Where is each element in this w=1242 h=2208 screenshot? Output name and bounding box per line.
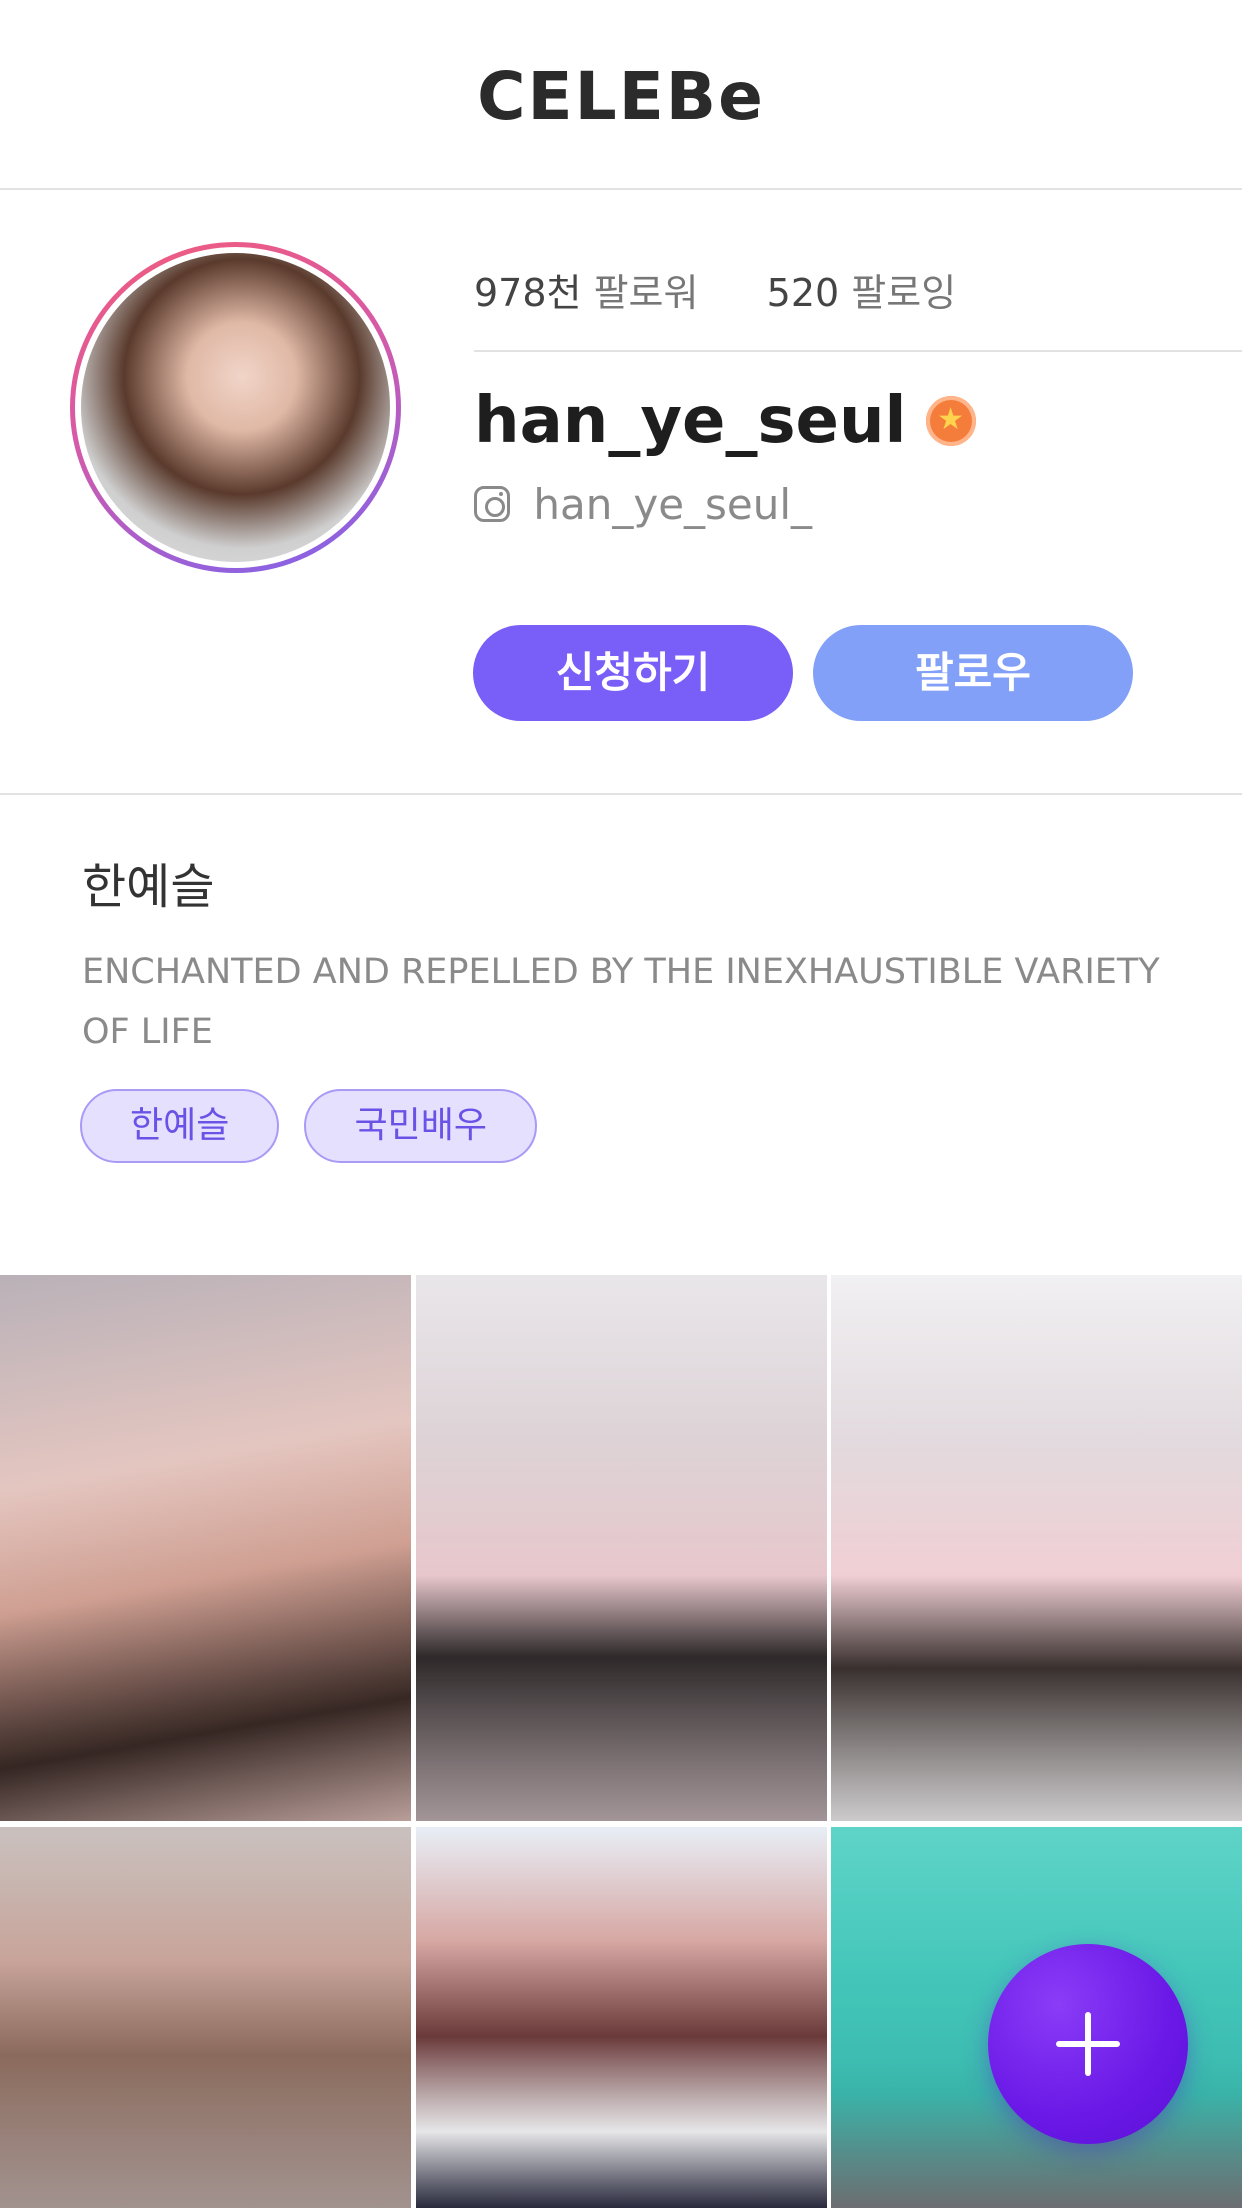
followers-label: 팔로워 bbox=[593, 271, 699, 315]
grid-photo[interactable] bbox=[416, 1275, 827, 1821]
tag-list: 한예슬 국민배우 bbox=[80, 1089, 557, 1163]
tag-chip[interactable]: 한예슬 bbox=[80, 1089, 280, 1163]
grid-photo[interactable] bbox=[0, 1827, 411, 2208]
app-header: CELEBe bbox=[0, 0, 1242, 190]
create-button[interactable] bbox=[988, 1944, 1188, 2144]
following-count: 520 bbox=[766, 271, 840, 315]
grid-photo[interactable] bbox=[0, 1275, 411, 1821]
bio-name: 한예슬 bbox=[82, 859, 215, 915]
bio-section: 한예슬 ENCHANTED AND REPELLED BY THE INEXHA… bbox=[0, 797, 1242, 1275]
username-row: han_ye_seul ★ bbox=[474, 384, 976, 464]
apply-button[interactable]: 신청하기 bbox=[473, 625, 793, 721]
follow-button[interactable]: 팔로우 bbox=[813, 625, 1133, 721]
instagram-link[interactable]: han_ye_seul_ bbox=[474, 480, 812, 536]
bio-text: ENCHANTED AND REPELLED BY THE INEXHAUSTI… bbox=[82, 952, 1160, 1052]
follow-stats: 978천 팔로워 520 팔로잉 bbox=[474, 262, 957, 315]
avatar[interactable] bbox=[70, 242, 401, 573]
tag-chip[interactable]: 국민배우 bbox=[304, 1089, 537, 1163]
instagram-icon bbox=[474, 485, 510, 522]
stats-divider bbox=[474, 350, 1242, 352]
following-stat[interactable]: 520 팔로잉 bbox=[767, 271, 957, 315]
profile-section: 978천 팔로워 520 팔로잉 han_ye_seul ★ han_ye_se… bbox=[0, 192, 1242, 795]
username: han_ye_seul bbox=[474, 384, 907, 458]
following-label: 팔로잉 bbox=[851, 271, 957, 315]
avatar-photo bbox=[81, 253, 390, 562]
app-logo[interactable]: CELEBe bbox=[0, 58, 1242, 135]
instagram-handle: han_ye_seul_ bbox=[533, 480, 813, 529]
grid-photo[interactable] bbox=[416, 1827, 827, 2208]
badge-icon: ★ bbox=[925, 396, 976, 446]
followers-count: 978천 bbox=[474, 271, 582, 315]
avatar-border bbox=[75, 247, 396, 568]
followers-stat[interactable]: 978천 팔로워 bbox=[474, 271, 711, 315]
grid-photo[interactable] bbox=[831, 1275, 1242, 1821]
